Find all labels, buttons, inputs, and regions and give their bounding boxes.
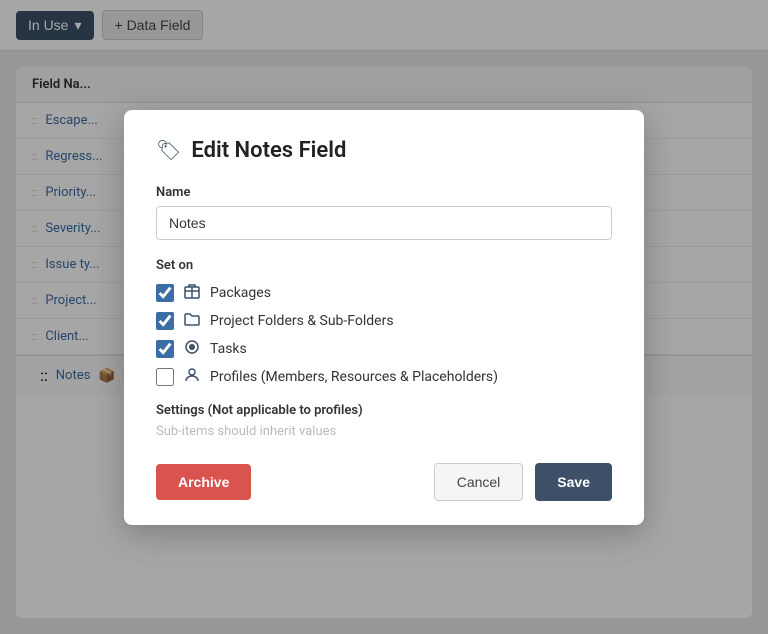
modal-overlay: 🏷 Edit Notes Field Name Set on Packages … xyxy=(0,0,768,634)
name-input[interactable] xyxy=(156,206,612,240)
edit-notes-modal: 🏷 Edit Notes Field Name Set on Packages … xyxy=(124,110,644,525)
packages-label[interactable]: Packages xyxy=(210,285,271,301)
folders-checkbox[interactable] xyxy=(156,312,174,330)
folder-icon xyxy=(184,311,200,331)
tasks-circle-icon xyxy=(184,339,200,359)
profiles-checkbox[interactable] xyxy=(156,368,174,386)
settings-label: Settings (Not applicable to profiles) xyxy=(156,403,612,418)
settings-section: Settings (Not applicable to profiles) Su… xyxy=(156,403,612,439)
packages-row: Packages xyxy=(156,283,612,303)
packages-checkbox[interactable] xyxy=(156,284,174,302)
profiles-label[interactable]: Profiles (Members, Resources & Placehold… xyxy=(210,369,498,385)
tasks-label[interactable]: Tasks xyxy=(210,341,247,357)
profiles-row: Profiles (Members, Resources & Placehold… xyxy=(156,367,612,387)
tasks-checkbox[interactable] xyxy=(156,340,174,358)
tag-icon: 🏷 xyxy=(156,138,181,162)
modal-title-row: 🏷 Edit Notes Field xyxy=(156,138,612,163)
modal-title-text: Edit Notes Field xyxy=(191,138,346,163)
cancel-button[interactable]: Cancel xyxy=(434,463,524,501)
settings-sublabel: Sub-items should inherit values xyxy=(156,424,612,439)
archive-button[interactable]: Archive xyxy=(156,464,251,500)
name-label: Name xyxy=(156,185,612,200)
package-icon xyxy=(184,283,200,303)
seton-label: Set on xyxy=(156,258,612,273)
folders-label[interactable]: Project Folders & Sub-Folders xyxy=(210,313,394,329)
tasks-row: Tasks xyxy=(156,339,612,359)
person-icon xyxy=(184,367,200,387)
save-button[interactable]: Save xyxy=(535,463,612,501)
folders-row: Project Folders & Sub-Folders xyxy=(156,311,612,331)
modal-footer: Archive Cancel Save xyxy=(156,463,612,501)
footer-right-buttons: Cancel Save xyxy=(434,463,612,501)
